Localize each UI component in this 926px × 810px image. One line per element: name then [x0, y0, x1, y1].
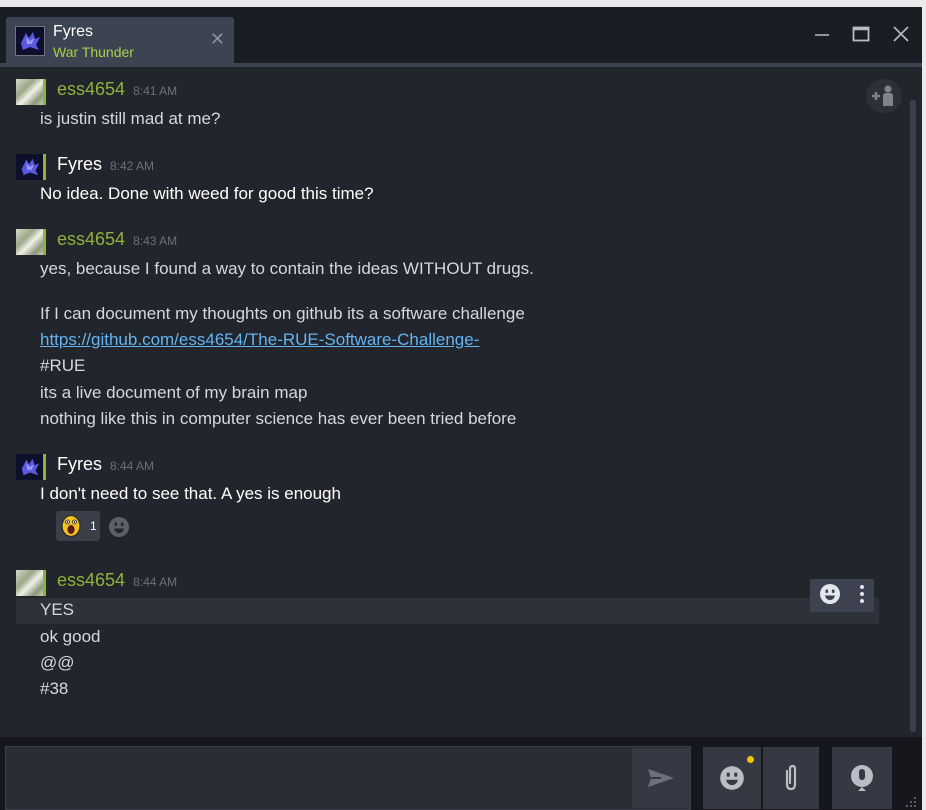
notification-dot — [747, 756, 754, 763]
window-edge-top — [0, 0, 926, 7]
react-emoji-icon[interactable] — [819, 583, 841, 609]
chat-log[interactable]: ess4654 8:41 AM is justin still mad at me… — [0, 67, 922, 737]
avatar[interactable] — [16, 79, 46, 105]
message-hover-toolbar — [810, 579, 874, 612]
tab-avatar — [15, 26, 45, 56]
message-text: yes, because I found a way to contain th… — [40, 259, 534, 278]
send-icon — [648, 769, 674, 787]
avatar[interactable] — [16, 229, 46, 255]
chat-tab-fyres[interactable]: Fyres War Thunder ✕ — [6, 17, 234, 67]
minimize-icon[interactable] — [810, 23, 834, 45]
maximize-icon[interactable] — [849, 23, 873, 45]
message-sender[interactable]: Fyres 8:44 AM — [57, 454, 154, 475]
reaction-badge[interactable]: 1 — [56, 511, 100, 541]
emoji-picker-button[interactable] — [703, 747, 761, 809]
add-reaction-icon[interactable] — [108, 516, 130, 542]
tab-close-icon[interactable]: ✕ — [210, 31, 225, 49]
message-text: I don't need to see that. A yes is enoug… — [40, 484, 341, 503]
message-sender[interactable]: ess4654 8:43 AM — [57, 229, 177, 250]
chat-input-area — [0, 737, 922, 810]
voice-chat-button[interactable] — [832, 747, 892, 809]
message-timestamp: 8:44 AM — [133, 575, 178, 589]
message-sender[interactable]: ess4654 8:44 AM — [57, 570, 177, 591]
dragon-avatar-icon — [21, 158, 39, 176]
message-text: No idea. Done with weed for good this ti… — [40, 184, 374, 203]
message-text: ok good — [40, 627, 101, 646]
message-text: #RUE — [40, 356, 86, 375]
message-text: YES — [40, 600, 75, 619]
chat-window: Fyres War Thunder ✕ ess4654 8:41 AM is j… — [0, 0, 926, 810]
chat-message-input[interactable] — [5, 746, 691, 810]
paperclip-icon — [785, 764, 797, 791]
dragon-avatar-icon — [21, 32, 40, 50]
message-text: @@ — [40, 653, 75, 672]
more-options-icon[interactable] — [859, 584, 865, 608]
resize-grip-icon[interactable] — [904, 795, 918, 809]
hovered-message-row[interactable] — [16, 598, 879, 624]
message-sender[interactable]: ess4654 8:41 AM — [57, 79, 177, 100]
message-timestamp: 8:44 AM — [110, 459, 155, 473]
window-edge-right — [922, 0, 926, 810]
message-link[interactable]: https://github.com/ess4654/The-RUE-Softw… — [40, 330, 479, 350]
reaction-count: 1 — [90, 519, 97, 533]
message-text: If I can document my thoughts on github … — [40, 304, 525, 323]
message-text: nothing like this in computer science ha… — [40, 409, 517, 428]
close-icon[interactable] — [889, 23, 913, 45]
emoji-icon — [720, 766, 744, 790]
message-text: its a live document of my brain map — [40, 383, 308, 402]
avatar[interactable] — [16, 570, 46, 596]
dragon-avatar-icon — [21, 458, 39, 476]
attach-file-button[interactable] — [763, 747, 819, 809]
send-button[interactable] — [632, 748, 690, 808]
message-timestamp: 8:43 AM — [133, 234, 178, 248]
message-timestamp: 8:42 AM — [110, 159, 155, 173]
surprised-emoticon-icon — [61, 514, 81, 538]
tab-friend-name: Fyres — [53, 23, 93, 40]
message-timestamp: 8:41 AM — [133, 84, 178, 98]
tab-game-status: War Thunder — [53, 44, 134, 60]
message-text: #38 — [40, 679, 69, 698]
title-bar: Fyres War Thunder ✕ — [0, 7, 922, 67]
scrollbar[interactable] — [910, 100, 916, 732]
message-sender[interactable]: Fyres 8:42 AM — [57, 154, 154, 175]
microphone-icon — [851, 765, 873, 791]
avatar[interactable] — [16, 154, 46, 180]
add-friend-icon[interactable] — [866, 79, 902, 113]
avatar[interactable] — [16, 454, 46, 480]
message-text: is justin still mad at me? — [40, 109, 221, 128]
